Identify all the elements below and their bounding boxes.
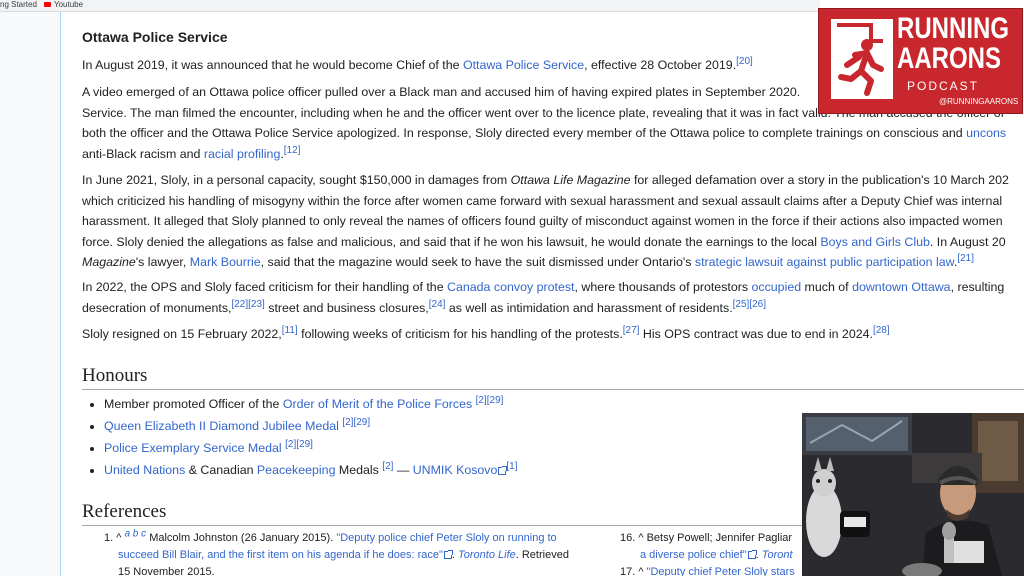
citation[interactable]: [28] [873, 325, 890, 336]
link-ottawa-police-service[interactable]: Ottawa Police Service [463, 58, 584, 72]
paragraph-appointment: In August 2019, it was announced that he… [82, 55, 753, 72]
section-heading-references: References [82, 501, 167, 522]
link-united-nations[interactable]: United Nations [104, 463, 185, 477]
citation[interactable]: [2][29] [285, 439, 313, 450]
paragraph-lawsuit: In June 2021, Sloly, in a personal capac… [82, 173, 1009, 269]
webcam-feed [802, 413, 1024, 576]
list-item: Queen Elizabeth II Diamond Jubilee Medal… [104, 416, 518, 438]
link-toronto-life[interactable]: Toronto Life [458, 549, 516, 561]
logo-line-2: AARONS [897, 42, 1002, 75]
link-order-of-merit[interactable]: Order of Merit of the Police Forces [283, 397, 472, 411]
link-diamond-jubilee-medal[interactable]: Queen Elizabeth II Diamond Jubilee Medal [104, 419, 339, 433]
list-item: Police Exemplary Service Medal [2][29] [104, 438, 518, 460]
reference-title-link[interactable]: a diverse police chief" [640, 549, 747, 561]
citation[interactable]: [1] [506, 461, 517, 472]
external-link-icon [443, 550, 453, 559]
bookmarks-bar: ng Started Youtube [0, 0, 820, 12]
citation[interactable]: [2] [382, 461, 393, 472]
citation[interactable]: [25][26] [733, 298, 766, 309]
backlink[interactable]: a b c [124, 528, 146, 539]
citation[interactable]: [2][29] [342, 417, 370, 428]
list-item: Member promoted Officer of the Order of … [104, 394, 518, 416]
link-downtown-ottawa[interactable]: downtown Ottawa [852, 280, 951, 294]
reference-date: 15 November 2015. [118, 566, 215, 576]
link-peacekeeping[interactable]: Peacekeeping [257, 463, 336, 477]
link-mark-bourrie[interactable]: Mark Bourrie [190, 255, 261, 269]
link-boys-and-girls-club[interactable]: Boys and Girls Club [820, 235, 930, 249]
link-police-exemplary-service-medal[interactable]: Police Exemplary Service Medal [104, 441, 282, 455]
citation[interactable]: [20] [736, 56, 753, 67]
bookmark-getting-started[interactable]: ng Started [0, 0, 37, 9]
reference-item-cont: succeed Bill Blair, and the first item o… [118, 549, 569, 561]
reference-item: 16. ^ Betsy Powell; Jennifer Pagliar [620, 532, 793, 544]
link-occupied[interactable]: occupied [752, 280, 802, 294]
youtube-icon [44, 2, 51, 7]
citation[interactable]: [21] [957, 253, 974, 264]
link-unmik-kosovo[interactable]: UNMIK Kosovo [413, 463, 498, 477]
reference-item-cont: a diverse police chief". Toront [640, 549, 793, 561]
bookmark-label: Youtube [54, 0, 84, 9]
section-heading-honours: Honours [82, 365, 148, 386]
citation[interactable]: [22][23] [231, 298, 264, 309]
logo-line-1: RUNNING [897, 12, 1009, 45]
reference-item: 17. ^ "Deputy chief Peter Sloly stars [620, 566, 795, 576]
citation[interactable]: [24] [429, 298, 446, 309]
honours-list: Member promoted Officer of the Order of … [90, 394, 518, 482]
link-canada-convoy-protest[interactable]: Canada convoy protest [447, 280, 574, 294]
reference-title-link[interactable]: "Deputy police chief Peter Sloly on runn… [336, 532, 556, 544]
logo-handle: @RUNNINGAARONS [939, 97, 1019, 106]
citation[interactable]: [12] [284, 144, 301, 155]
citation[interactable]: [2][29] [476, 395, 504, 406]
reference-title-link[interactable]: "Deputy chief Peter Sloly stars [647, 566, 795, 576]
section-heading-ottawa-police: Ottawa Police Service [82, 29, 228, 45]
link-unconscious-bias[interactable]: uncons [966, 126, 1006, 140]
citation[interactable]: [11] [282, 325, 298, 336]
link-toronto[interactable]: Toront [762, 549, 793, 561]
link-slapp-law[interactable]: strategic lawsuit against public partici… [695, 255, 954, 269]
external-link-icon [747, 550, 757, 559]
bookmark-label: ng Started [0, 0, 37, 9]
reference-item: 1. ^ a b c Malcolm Johnston (26 January … [104, 528, 557, 544]
bookmark-youtube[interactable]: Youtube [44, 0, 83, 9]
heading-divider [82, 389, 1024, 390]
list-item: United Nations & Canadian Peacekeeping M… [104, 460, 518, 482]
paragraph-resignation: Sloly resigned on 15 February 2022,[11] … [82, 324, 890, 341]
citation[interactable]: [27] [623, 325, 640, 336]
logo-line-3: PODCAST [907, 79, 980, 93]
reference-title-link[interactable]: succeed Bill Blair, and the first item o… [118, 549, 443, 561]
paragraph-convoy: In 2022, the OPS and Sloly faced critici… [82, 280, 1005, 315]
link-racial-profiling[interactable]: racial profiling [204, 147, 280, 161]
podcast-logo: RUNNING AARONS PODCAST @RUNNINGAARONS [818, 8, 1023, 114]
sidebar-gutter [0, 12, 61, 576]
running-man-icon [831, 19, 893, 99]
external-link-icon [498, 466, 508, 475]
